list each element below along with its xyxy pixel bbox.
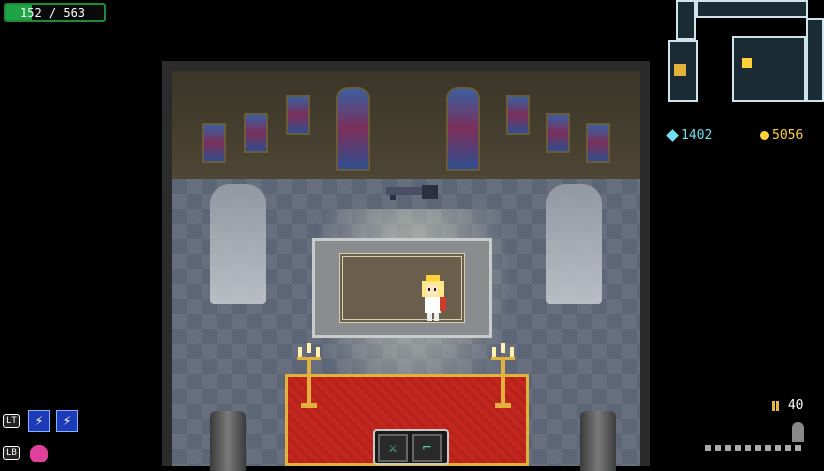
health-potion-icon[interactable] [30,440,48,462]
minimap-player-marker [674,64,686,76]
chapel-room [162,61,650,471]
sword-slot[interactable]: ⚔ [378,434,408,462]
candelabra-left [297,343,321,408]
stained-glass-window [244,113,268,153]
minimap-room [732,36,806,102]
coin-icon [760,131,769,140]
minimap[interactable] [666,0,824,104]
lb-key-hint: LB [3,446,20,460]
pillar-left [210,411,246,471]
stained-glass-window [586,123,610,163]
minimap-room [806,18,824,102]
stained-glass-window [202,123,226,163]
stained-glass-window [286,95,310,135]
stained-glass-window [506,95,530,135]
lt-key-hint: LT [3,414,20,428]
bullets-icon [776,400,779,411]
minimap-room [676,0,696,40]
stained-glass-window [546,113,570,153]
ammo-pips [705,445,801,451]
chapel-wall [172,71,640,179]
minimap-room [696,0,808,18]
gem-count: 1402 [681,128,713,143]
magazine-icon [792,422,804,442]
ammo-counter: 40 [772,398,803,413]
angel-statue-right [546,184,602,304]
angel-statue-left [210,184,266,304]
health-text: 152 / 563 [20,6,86,20]
hero-character [422,275,446,321]
dropped-gun-pickup[interactable] [386,183,440,201]
lightning-skill-icon[interactable]: ⚡ [28,410,50,432]
altar[interactable] [312,238,492,338]
weapon-slots: ⚔ ⌐ [373,429,449,465]
pillar-right [580,411,616,471]
altar-rug [339,253,465,323]
gem-counter: 1402 [666,128,713,143]
stained-glass-window [446,87,480,171]
candelabra-right [491,343,515,408]
stained-glass-window [336,87,370,171]
lightning-skill-icon[interactable]: ⚡ [56,410,78,432]
sword-icon: ⚔ [388,440,398,456]
gold-counter: 5056 [760,128,803,143]
health-bar: 152 / 563 [4,3,106,22]
gem-icon [666,129,679,142]
minimap-chest-marker [742,58,752,68]
pistol-icon: ⌐ [422,440,432,456]
gun-slot[interactable]: ⌐ [412,434,442,462]
bullets-icon [772,400,775,411]
gold-count: 5056 [772,128,804,143]
ammo-count: 40 [787,398,804,413]
